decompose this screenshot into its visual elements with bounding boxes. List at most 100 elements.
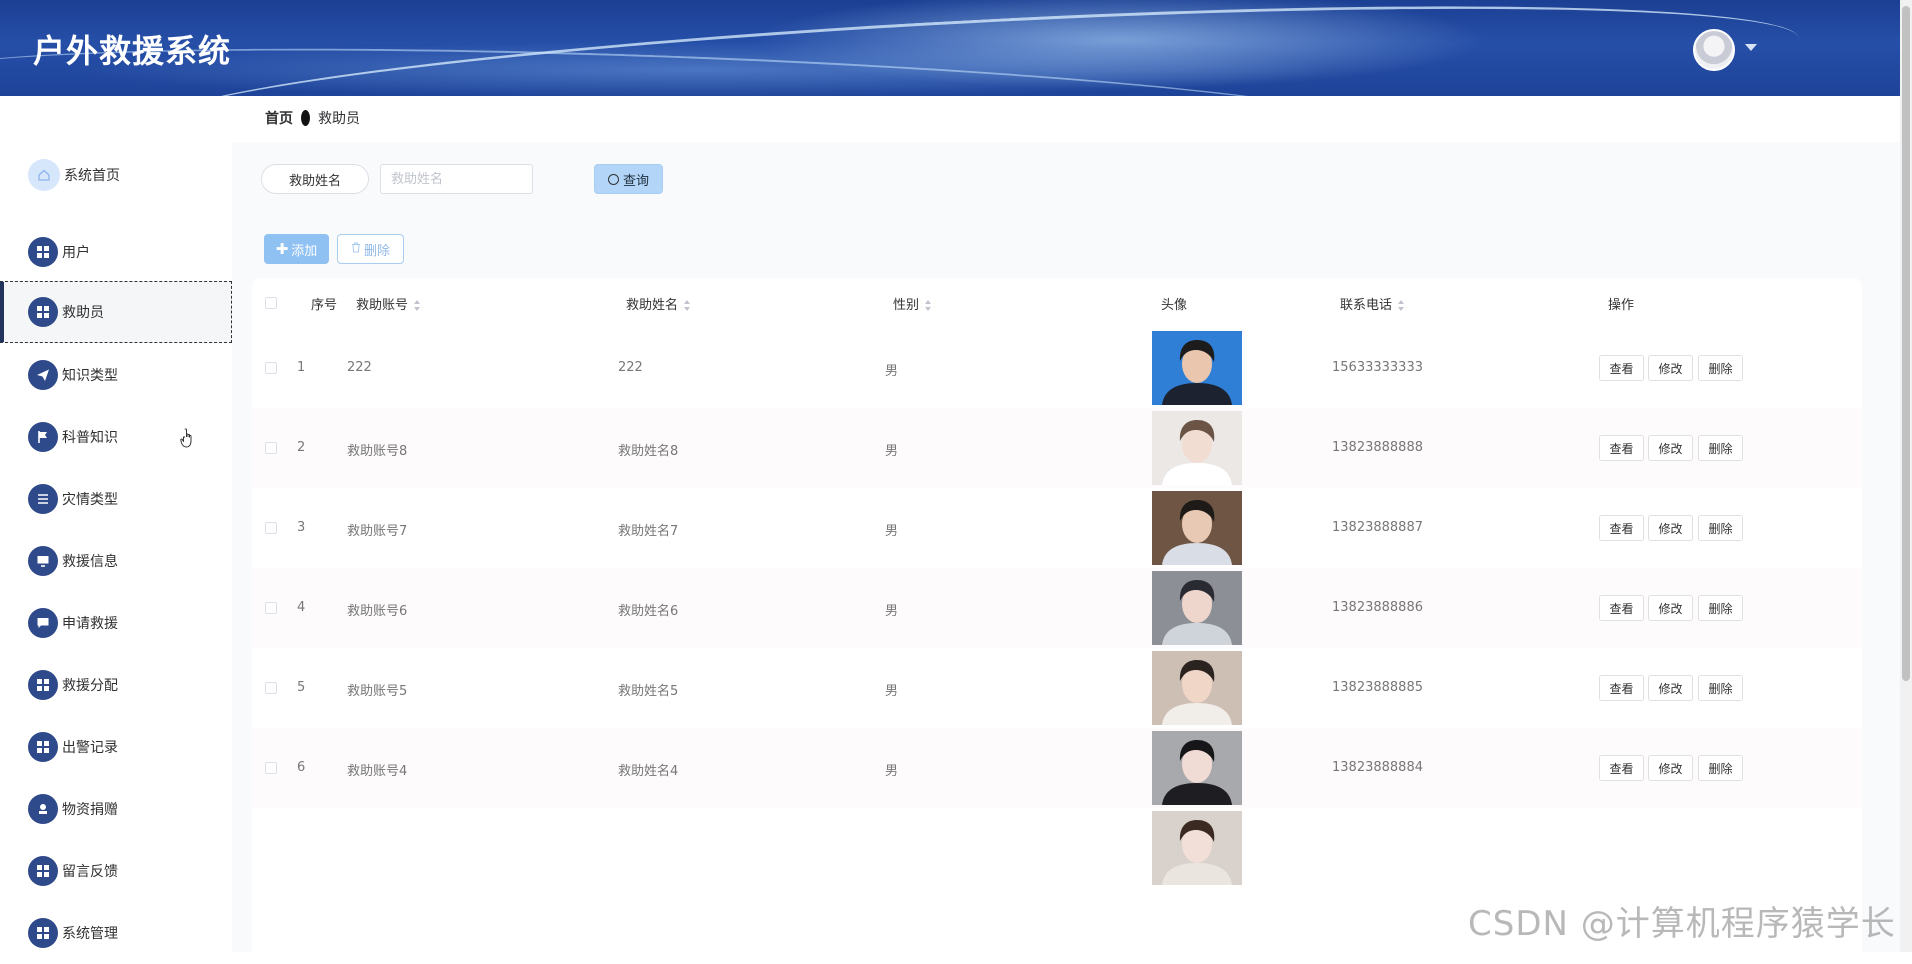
cell-index: 4 bbox=[297, 600, 306, 615]
table-row bbox=[252, 808, 1862, 888]
delete-row-button[interactable]: 删除 bbox=[1698, 755, 1743, 781]
cell-name: 救助姓名7 bbox=[618, 524, 679, 539]
sidebar-item-dispatch-record[interactable]: 出警记录 bbox=[0, 716, 232, 778]
delete-row-button[interactable]: 删除 bbox=[1698, 435, 1743, 461]
delete-row-button[interactable]: 删除 bbox=[1698, 595, 1743, 621]
avatar-photo[interactable] bbox=[1152, 411, 1242, 485]
sidebar-item-label: 物资捐赠 bbox=[62, 802, 118, 818]
view-button[interactable]: 查看 bbox=[1599, 515, 1644, 541]
header-phone-label: 联系电话 bbox=[1340, 298, 1393, 313]
list-icon bbox=[28, 484, 58, 514]
cell-index: 3 bbox=[297, 520, 306, 535]
sidebar-item-label: 救援信息 bbox=[62, 554, 118, 570]
sidebar-item-feedback[interactable]: 留言反馈 bbox=[0, 840, 232, 902]
cell-name: 救助姓名5 bbox=[618, 684, 679, 699]
view-button[interactable]: 查看 bbox=[1599, 435, 1644, 461]
sidebar-item-system-management[interactable]: 系统管理 bbox=[0, 902, 232, 964]
cell-index: 2 bbox=[297, 440, 306, 455]
header-index: 序号 bbox=[311, 298, 338, 313]
edit-button[interactable]: 修改 bbox=[1648, 755, 1693, 781]
edit-button[interactable]: 修改 bbox=[1648, 595, 1693, 621]
chat-icon bbox=[28, 608, 58, 638]
edit-button[interactable]: 修改 bbox=[1648, 515, 1693, 541]
batch-delete-button[interactable]: 删除 bbox=[337, 234, 404, 264]
row-checkbox[interactable] bbox=[265, 602, 277, 614]
cell-phone: 13823888885 bbox=[1332, 680, 1423, 695]
delete-row-button[interactable]: 删除 bbox=[1698, 515, 1743, 541]
sidebar-item-apply-rescue[interactable]: 申请救援 bbox=[0, 592, 232, 654]
row-checkbox[interactable] bbox=[265, 442, 277, 454]
home-icon bbox=[28, 159, 60, 191]
select-all-checkbox[interactable] bbox=[265, 297, 277, 309]
row-checkbox[interactable] bbox=[265, 682, 277, 694]
sidebar-item-label: 救助员 bbox=[62, 305, 104, 321]
avatar-photo[interactable] bbox=[1152, 731, 1242, 805]
sidebar-item-home[interactable]: 系统首页 bbox=[0, 144, 232, 206]
sidebar-item-users[interactable]: 用户 bbox=[0, 221, 232, 283]
flag-icon bbox=[28, 422, 58, 452]
sidebar-item-label: 系统管理 bbox=[62, 926, 118, 942]
header-gender[interactable]: 性别 bbox=[893, 294, 932, 313]
table-row: 6 救助账号4 救助姓名4 男 13823888884 查看 修改 删除 bbox=[252, 728, 1862, 808]
edit-button[interactable]: 修改 bbox=[1648, 435, 1693, 461]
avatar-photo[interactable] bbox=[1152, 571, 1242, 645]
avatar-photo[interactable] bbox=[1152, 331, 1242, 405]
sort-icon[interactable] bbox=[684, 300, 691, 311]
rescuer-table: 序号 救助账号 救助姓名 性别 头像 联系电话 操作 1 222 222 男 15633… bbox=[252, 278, 1862, 952]
cell-gender: 男 bbox=[885, 364, 899, 379]
row-checkbox[interactable] bbox=[265, 362, 277, 374]
cell-account: 救助账号7 bbox=[347, 524, 408, 539]
edit-button[interactable]: 修改 bbox=[1648, 675, 1693, 701]
sort-icon[interactable] bbox=[1398, 300, 1405, 311]
query-button[interactable]: 查询 bbox=[594, 164, 663, 194]
avatar-photo[interactable] bbox=[1152, 651, 1242, 725]
cell-account: 救助账号5 bbox=[347, 684, 408, 699]
cell-gender: 男 bbox=[885, 764, 899, 779]
sidebar-item-rescue-allocation[interactable]: 救援分配 bbox=[0, 654, 232, 716]
table-row: 2 救助账号8 救助姓名8 男 13823888888 查看 修改 删除 bbox=[252, 408, 1862, 488]
sidebar-item-knowledge-type[interactable]: 知识类型 bbox=[0, 344, 232, 406]
breadcrumb: 首页 救助员 bbox=[265, 107, 360, 129]
top-header: 户外救援系统 bbox=[0, 0, 1900, 96]
cell-gender: 男 bbox=[885, 604, 899, 619]
header-phone[interactable]: 联系电话 bbox=[1340, 294, 1405, 313]
sidebar-item-donation[interactable]: 物资捐赠 bbox=[0, 778, 232, 840]
edit-button[interactable]: 修改 bbox=[1648, 355, 1693, 381]
table-header: 序号 救助账号 救助姓名 性别 头像 联系电话 操作 bbox=[252, 278, 1862, 328]
header-name[interactable]: 救助姓名 bbox=[626, 294, 691, 313]
search-name-input[interactable] bbox=[380, 164, 533, 194]
cell-account: 222 bbox=[347, 360, 372, 375]
caret-down-icon[interactable] bbox=[1745, 44, 1757, 51]
header-account-label: 救助账号 bbox=[356, 298, 409, 313]
row-checkbox[interactable] bbox=[265, 762, 277, 774]
user-avatar[interactable] bbox=[1693, 29, 1735, 71]
sidebar-item-disaster-type[interactable]: 灾情类型 bbox=[0, 468, 232, 530]
cell-account: 救助账号8 bbox=[347, 444, 408, 459]
view-button[interactable]: 查看 bbox=[1599, 675, 1644, 701]
delete-row-button[interactable]: 删除 bbox=[1698, 675, 1743, 701]
breadcrumb-current: 救助员 bbox=[318, 111, 360, 127]
avatar-photo[interactable] bbox=[1152, 491, 1242, 565]
sidebar-item-science-knowledge[interactable]: 科普知识 bbox=[0, 406, 232, 468]
view-button[interactable]: 查看 bbox=[1599, 755, 1644, 781]
sidebar-item-rescue-info[interactable]: 救援信息 bbox=[0, 530, 232, 592]
breadcrumb-home[interactable]: 首页 bbox=[265, 108, 293, 128]
grid-icon bbox=[28, 670, 58, 700]
view-button[interactable]: 查看 bbox=[1599, 595, 1644, 621]
avatar-photo[interactable] bbox=[1152, 811, 1242, 885]
sidebar-item-rescuers[interactable]: 救助员 bbox=[0, 281, 232, 343]
view-button[interactable]: 查看 bbox=[1599, 355, 1644, 381]
sort-icon[interactable] bbox=[414, 300, 421, 311]
watermark-text: CSDN @计算机程序猿学长 bbox=[1468, 904, 1896, 944]
sort-icon[interactable] bbox=[925, 300, 932, 311]
grid-icon bbox=[28, 297, 58, 327]
page-scrollbar-thumb[interactable] bbox=[1902, 6, 1910, 681]
cell-phone: 13823888887 bbox=[1332, 520, 1423, 535]
stamp-icon bbox=[28, 794, 58, 824]
row-checkbox[interactable] bbox=[265, 522, 277, 534]
add-button[interactable]: ✚ 添加 bbox=[264, 234, 329, 264]
cell-gender: 男 bbox=[885, 684, 899, 699]
header-account[interactable]: 救助账号 bbox=[356, 294, 421, 313]
delete-row-button[interactable]: 删除 bbox=[1698, 355, 1743, 381]
trash-icon bbox=[351, 242, 361, 257]
